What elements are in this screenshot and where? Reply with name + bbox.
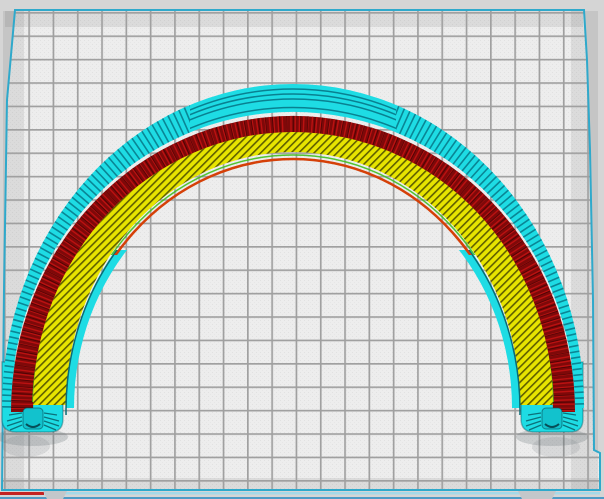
model-shadow: [2, 435, 50, 457]
x-axis-indicator: [0, 492, 44, 495]
recess: [23, 408, 43, 429]
plate-clip-right: [518, 491, 556, 499]
scene-svg: [0, 0, 604, 499]
recess: [542, 408, 562, 429]
plate-front-edge-line: [44, 492, 600, 495]
model-shadow: [532, 437, 580, 457]
plate-clip-left: [43, 491, 67, 499]
viewport-3d[interactable]: [0, 0, 604, 499]
